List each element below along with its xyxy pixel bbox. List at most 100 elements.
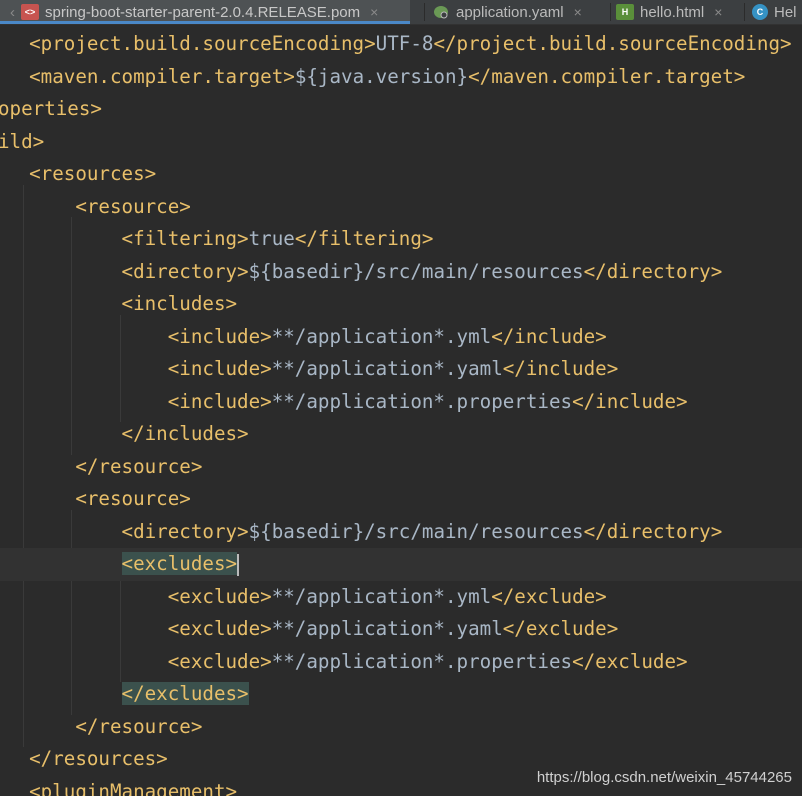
tab-hello-class[interactable]: C Hel bbox=[752, 0, 802, 24]
xml-tag: <maven.compiler.target> bbox=[29, 64, 295, 88]
code-line[interactable]: <excludes> bbox=[0, 548, 802, 581]
code-line[interactable]: <maven.compiler.target>${java.version}</… bbox=[0, 61, 745, 94]
code-line[interactable]: operties> bbox=[0, 93, 102, 126]
code-editor[interactable]: <project.build.sourceEncoding>UTF-8</pro… bbox=[0, 25, 802, 796]
xml-tag: </project.build.sourceEncoding> bbox=[433, 32, 792, 55]
tab-left-arrow: ‹ bbox=[10, 3, 15, 21]
xml-tag: <include> bbox=[167, 357, 272, 380]
matched-xml-tag: <excludes> bbox=[121, 552, 238, 575]
xml-tag: <filtering> bbox=[121, 227, 249, 250]
xml-text: ${basedir}/src/main/resources bbox=[248, 519, 584, 543]
tab-pom-file[interactable]: ‹ <> spring-boot-starter-parent-2.0.4.RE… bbox=[0, 0, 410, 24]
code-line[interactable]: <resource> bbox=[0, 483, 191, 516]
xml-tag: </exclude> bbox=[491, 584, 607, 608]
code-line[interactable]: </excludes> bbox=[0, 678, 249, 711]
xml-text: ${basedir}/src/main/resources bbox=[248, 259, 584, 283]
watermark-text: https://blog.csdn.net/weixin_45744265 bbox=[536, 769, 792, 786]
code-line[interactable]: ild> bbox=[0, 126, 44, 159]
code-line[interactable]: <exclude>**/application*.yaml</exclude> bbox=[0, 613, 619, 646]
close-icon[interactable]: × bbox=[370, 4, 378, 20]
xml-tag: </maven.compiler.target> bbox=[468, 64, 746, 88]
xml-tag: </include> bbox=[491, 324, 607, 348]
tab-separator bbox=[610, 3, 611, 21]
xml-tag: <directory> bbox=[121, 259, 249, 283]
xml-tag: <pluginManagement> bbox=[29, 779, 238, 796]
code-line[interactable]: <directory>${basedir}/src/main/resources… bbox=[0, 256, 723, 289]
code-line[interactable]: </resource> bbox=[0, 451, 202, 484]
code-line[interactable]: <filtering>true</filtering> bbox=[0, 223, 434, 256]
spring-leaf-icon bbox=[432, 4, 450, 20]
xml-tag: <resource> bbox=[75, 194, 191, 218]
code-line[interactable]: </resources> bbox=[0, 743, 168, 776]
xml-tag: </resource> bbox=[75, 454, 203, 478]
tab-separator bbox=[424, 3, 425, 21]
xml-tag: <include> bbox=[167, 324, 272, 348]
java-class-icon: C bbox=[752, 4, 768, 20]
xml-tag: <includes> bbox=[121, 292, 238, 315]
maven-xml-icon: <> bbox=[21, 4, 39, 20]
xml-tag: </exclude> bbox=[502, 617, 619, 640]
close-icon[interactable]: × bbox=[574, 4, 582, 20]
tab-label: spring-boot-starter-parent-2.0.4.RELEASE… bbox=[45, 3, 361, 21]
xml-tag: <resources> bbox=[29, 162, 157, 185]
xml-tag: <exclude> bbox=[167, 649, 272, 673]
tab-label: Hel bbox=[774, 3, 797, 21]
tab-label: application.yaml bbox=[456, 3, 564, 21]
xml-text: **/application*.yaml bbox=[271, 617, 503, 640]
xml-tag: operties> bbox=[0, 97, 102, 120]
xml-tag: <project.build.sourceEncoding> bbox=[29, 32, 376, 55]
xml-text: **/application*.yaml bbox=[271, 357, 503, 380]
code-line[interactable]: <exclude>**/application*.properties</exc… bbox=[0, 646, 688, 679]
code-line[interactable]: <project.build.sourceEncoding>UTF-8</pro… bbox=[0, 28, 792, 61]
code-line[interactable]: </resource> bbox=[0, 711, 202, 744]
tab-label: hello.html bbox=[640, 3, 705, 21]
close-icon[interactable]: × bbox=[714, 4, 722, 20]
code-line[interactable]: <include>**/application*.properties</inc… bbox=[0, 386, 688, 419]
xml-tag: <exclude> bbox=[167, 617, 272, 640]
code-line[interactable]: <resource> bbox=[0, 191, 191, 224]
xml-text: true bbox=[248, 227, 295, 250]
xml-tag: <exclude> bbox=[167, 584, 272, 608]
code-line[interactable]: <exclude>**/application*.yml</exclude> bbox=[0, 581, 607, 614]
html-file-icon: H bbox=[616, 4, 634, 20]
code-line[interactable]: </includes> bbox=[0, 418, 249, 451]
xml-tag: </include> bbox=[502, 357, 619, 380]
xml-tag: <include> bbox=[167, 389, 272, 413]
xml-text: **/application*.yml bbox=[271, 584, 492, 608]
code-line[interactable]: <directory>${basedir}/src/main/resources… bbox=[0, 516, 723, 549]
text-caret bbox=[237, 553, 240, 576]
code-line[interactable]: <resources> bbox=[0, 158, 156, 191]
code-line[interactable]: <include>**/application*.yml</include> bbox=[0, 321, 607, 354]
xml-tag: <directory> bbox=[121, 519, 249, 543]
xml-tag: </resources> bbox=[29, 747, 168, 770]
tab-hello-html[interactable]: H hello.html × bbox=[616, 0, 742, 24]
xml-tag: </includes> bbox=[121, 422, 249, 445]
code-line[interactable]: <include>**/application*.yaml</include> bbox=[0, 353, 619, 386]
matched-xml-tag: </excludes> bbox=[121, 682, 249, 705]
xml-text: ${java.version} bbox=[294, 64, 469, 88]
code-line[interactable]: <includes> bbox=[0, 288, 238, 321]
xml-text: **/application*.properties bbox=[271, 649, 573, 673]
xml-tag: </resource> bbox=[75, 714, 203, 738]
tab-application-yaml[interactable]: application.yaml × bbox=[432, 0, 608, 24]
code-line[interactable]: <pluginManagement> bbox=[0, 776, 237, 796]
xml-text: UTF-8 bbox=[375, 32, 434, 55]
